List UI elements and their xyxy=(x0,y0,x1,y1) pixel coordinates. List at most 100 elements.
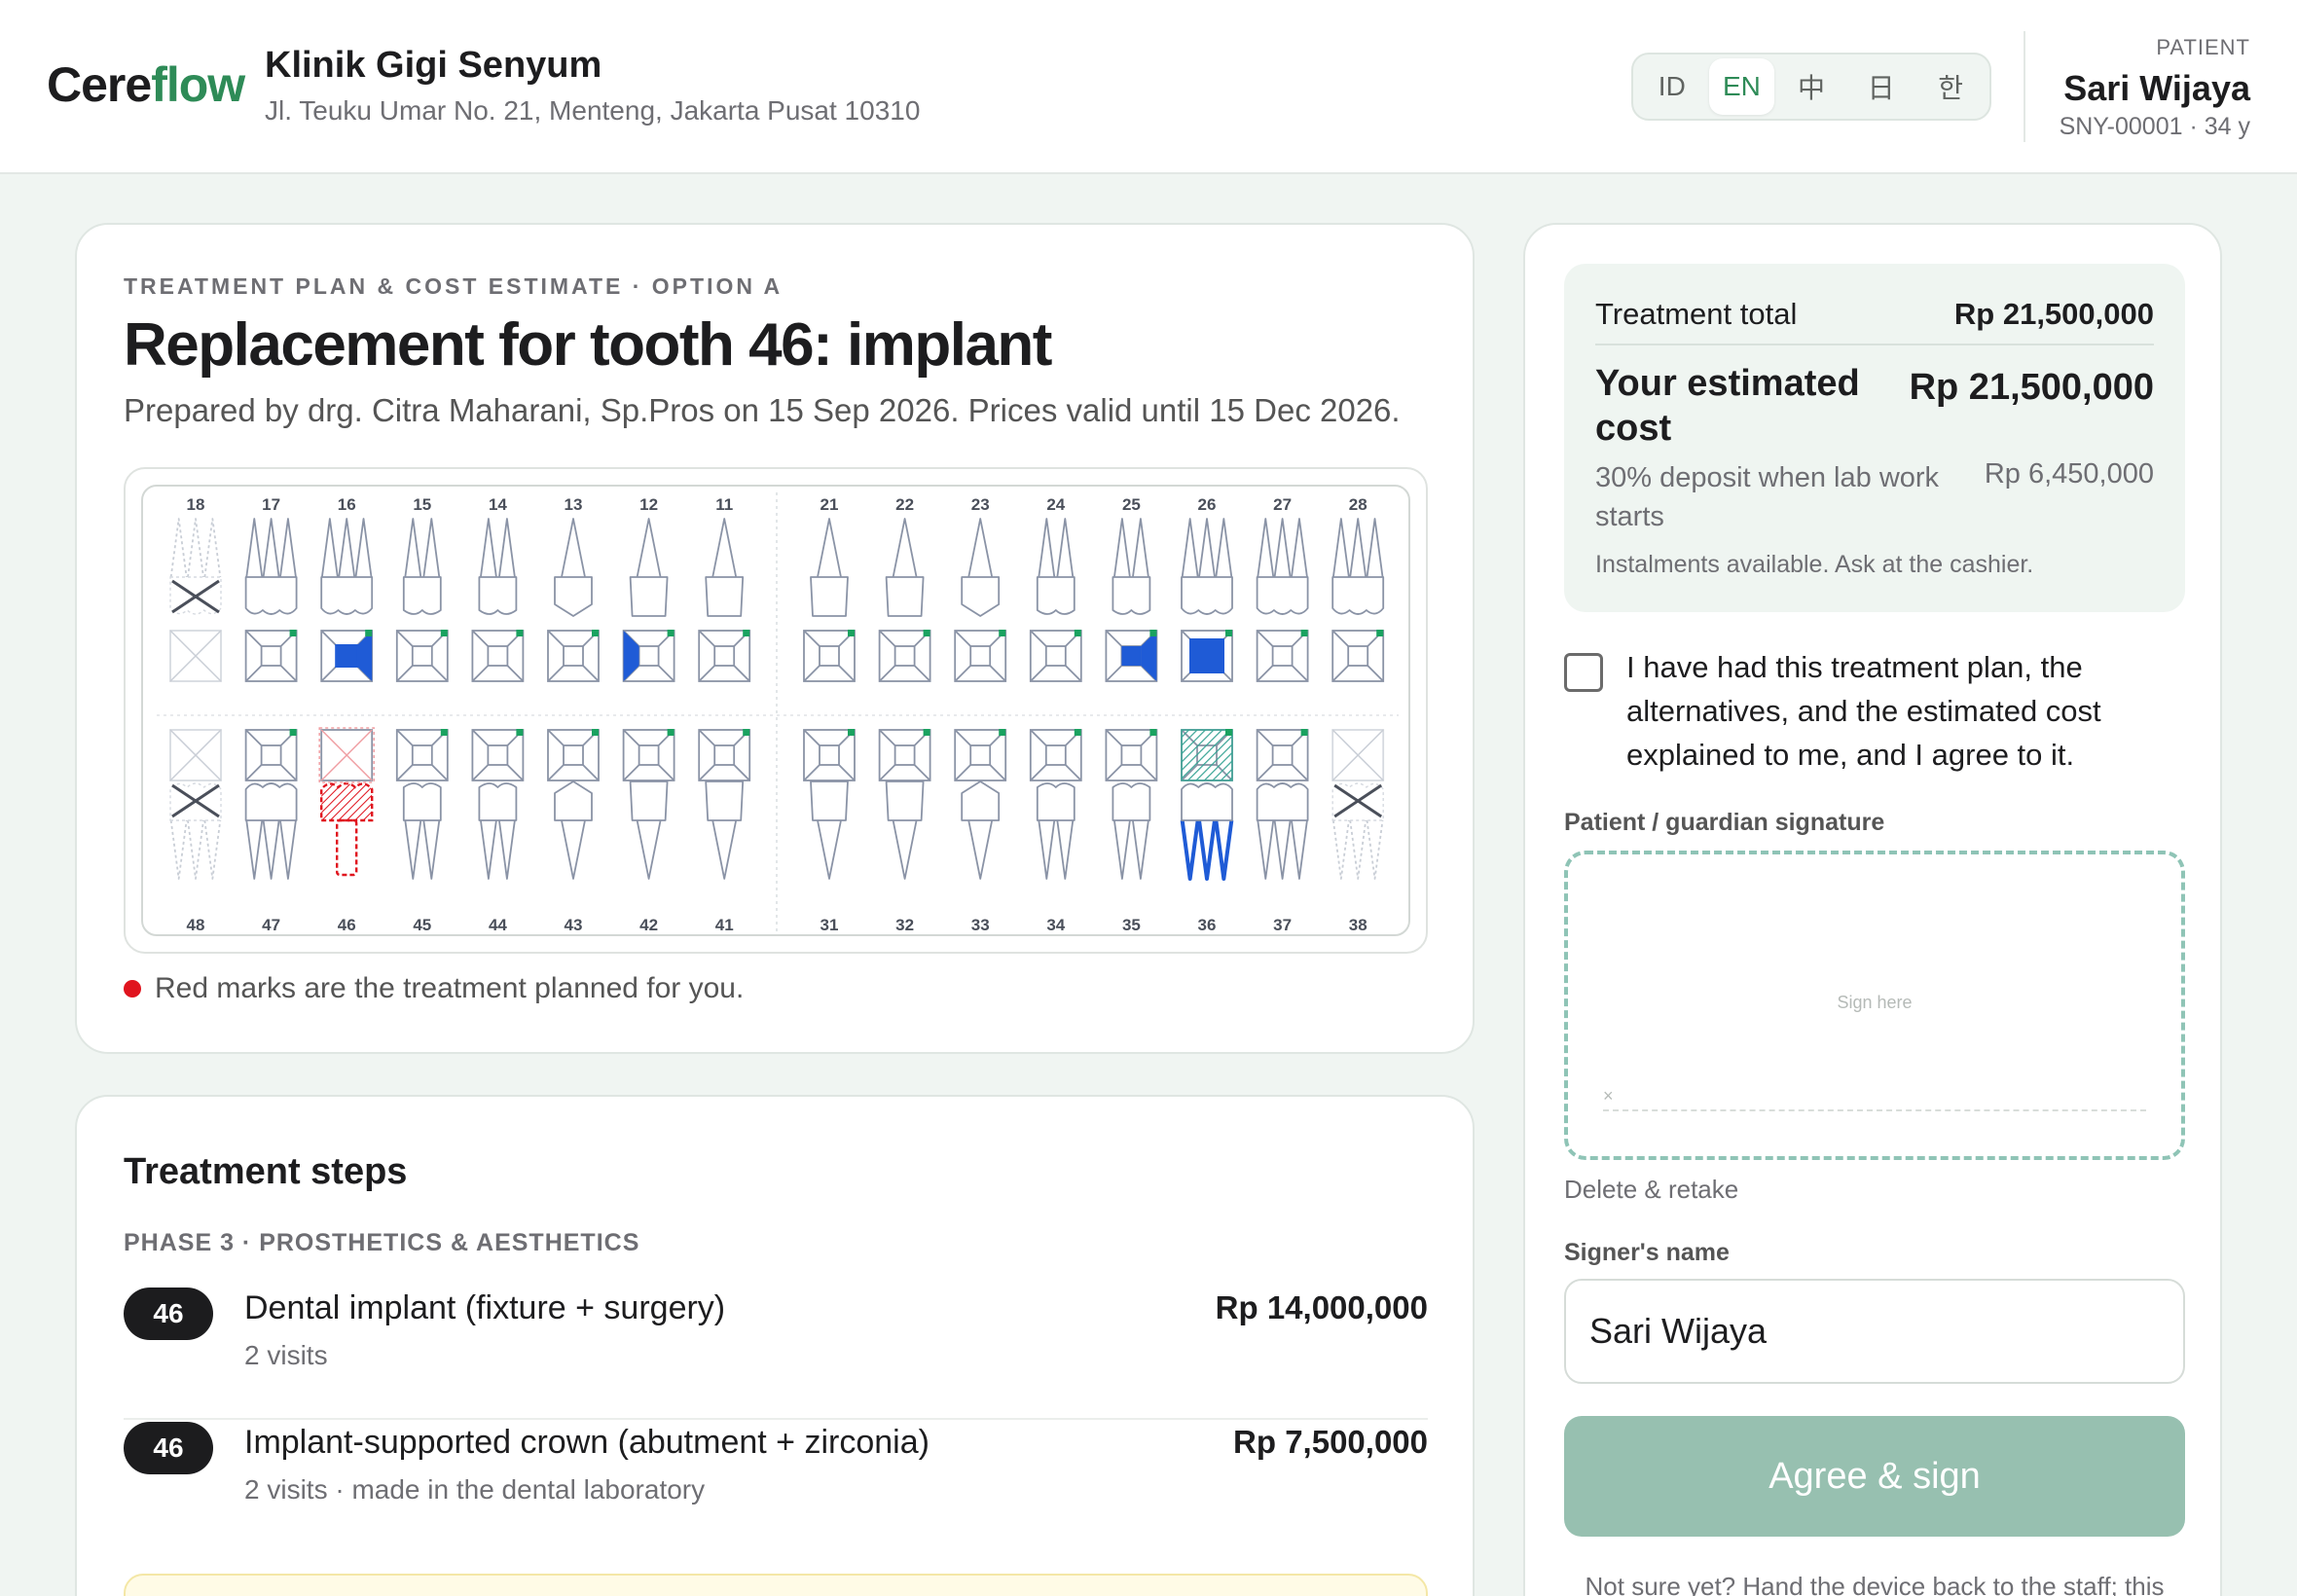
tooth-root xyxy=(967,819,994,880)
tooth-36: 36 xyxy=(1180,729,1234,934)
tooth-number-label: 13 xyxy=(565,495,583,514)
tooth-26: 26 xyxy=(1181,495,1233,682)
filling-occlusal xyxy=(335,644,359,668)
tooth-33: 33 xyxy=(954,729,1007,934)
tooth-root xyxy=(892,819,918,880)
clinic-address: Jl. Teuku Umar No. 21, Menteng, Jakarta … xyxy=(265,95,921,126)
tooth-number-label: 47 xyxy=(262,916,280,934)
legend-text: Red marks are the treatment planned for … xyxy=(155,972,745,1004)
tooth-number-label: 32 xyxy=(895,916,914,934)
tooth-crown xyxy=(885,780,925,821)
tooth-crown xyxy=(961,576,1001,617)
signature-x-icon: × xyxy=(1603,1086,1614,1106)
tooth-48: 48 xyxy=(169,729,222,934)
tooth-root xyxy=(404,518,422,578)
signer-name-label: Signer's name xyxy=(1564,1239,1730,1266)
tooth-27: 27 xyxy=(1256,495,1309,682)
tooth-root xyxy=(1113,518,1131,578)
tooth-root xyxy=(354,518,373,578)
tooth-41: 41 xyxy=(698,729,751,934)
agree-sign-button[interactable]: Agree & sign xyxy=(1564,1416,2185,1537)
tooth-root xyxy=(262,518,280,578)
tooth-35: 35 xyxy=(1105,729,1158,934)
tooth-crown xyxy=(478,782,518,821)
delete-retake-button[interactable]: Delete & retake xyxy=(1564,1175,1738,1205)
tooth-root xyxy=(169,518,188,578)
tooth-root xyxy=(892,518,918,578)
tooth-25: 25 xyxy=(1105,495,1158,682)
status-marker xyxy=(289,630,297,636)
tooth-23: 23 xyxy=(954,495,1007,682)
tooth-38: 38 xyxy=(1331,729,1385,934)
logo-main-text: Cere xyxy=(47,57,152,112)
patient-label: PATIENT xyxy=(2156,35,2250,59)
tooth-crown xyxy=(1112,576,1151,615)
tooth-crown xyxy=(629,780,669,821)
tooth-28: 28 xyxy=(1331,495,1385,682)
status-marker xyxy=(667,729,675,736)
status-marker xyxy=(923,729,930,736)
status-marker xyxy=(289,729,297,736)
tooth-root xyxy=(1198,518,1216,578)
language-option-zh[interactable]: 中 xyxy=(1778,58,1844,115)
tooth-root xyxy=(711,819,738,880)
signature-placeholder: Sign here xyxy=(1837,993,1913,1012)
status-marker xyxy=(923,630,930,636)
language-option-ko[interactable]: 한 xyxy=(1917,58,1984,115)
signature-pad[interactable]: Sign here × xyxy=(1564,851,2185,1160)
tooth-crown xyxy=(705,576,745,617)
language-option-en[interactable]: EN xyxy=(1708,58,1775,115)
tooth-root xyxy=(245,819,264,880)
tooth-root xyxy=(480,819,497,880)
tooth-32: 32 xyxy=(878,729,931,934)
implant-fixture xyxy=(335,818,358,877)
tooth-root xyxy=(1349,819,1367,880)
tooth-number-label: 43 xyxy=(565,916,583,934)
language-option-id[interactable]: ID xyxy=(1639,58,1705,115)
status-marker xyxy=(1074,729,1081,736)
step-name: Dental implant (fixture + surgery) xyxy=(244,1289,726,1326)
language-option-ja[interactable]: 日 xyxy=(1848,58,1914,115)
plan-subtitle: Prepared by drg. Citra Maharani, Sp.Pros… xyxy=(124,392,1401,428)
treatment-plan-card: TREATMENT PLAN & COST ESTIMATE · OPTION … xyxy=(75,223,1475,1054)
step-name: Implant-supported crown (abutment + zirc… xyxy=(244,1424,930,1461)
tooth-root xyxy=(1113,819,1131,880)
tooth-18: 18 xyxy=(169,495,222,682)
total-row: Treatment total Rp 21,500,000 xyxy=(1595,297,2154,345)
tooth-root xyxy=(404,819,422,880)
tooth-root xyxy=(1257,819,1275,880)
status-marker xyxy=(743,630,750,636)
tooth-root xyxy=(1180,819,1200,881)
tooth-crown xyxy=(244,576,298,615)
tooth-root xyxy=(320,518,339,578)
patient-name: Sari Wijaya xyxy=(2063,68,2250,108)
tooth-root xyxy=(279,518,297,578)
tooth-number-label: 28 xyxy=(1349,495,1367,514)
phase-label: PHASE 3 · PROSTHETICS & AESTHETICS xyxy=(124,1229,640,1256)
app-header: Cereflow Klinik Gigi Senyum Jl. Teuku Um… xyxy=(0,0,2297,174)
tooth-number-label: 41 xyxy=(715,916,734,934)
step-meta: 2 visits · made in the dental laboratory xyxy=(244,1474,706,1505)
tooth-number-label: 24 xyxy=(1046,495,1065,514)
consent-card: Treatment total Rp 21,500,000 Your estim… xyxy=(1523,223,2222,1596)
tooth-root xyxy=(1273,819,1292,880)
tooth-crown xyxy=(629,576,669,617)
status-marker xyxy=(1225,630,1232,636)
filling-occlusal xyxy=(1189,638,1224,673)
tooth-crown xyxy=(1181,782,1233,821)
agree-checkbox[interactable] xyxy=(1564,653,1603,692)
agree-checkbox-label[interactable]: I have had this treatment plan, the alte… xyxy=(1626,645,2171,777)
tooth-number-label: 14 xyxy=(489,495,507,514)
status-marker xyxy=(1149,729,1157,736)
tooth-chart-inner: 18 17 16 15 14 13 12 11 21 22 23 24 25 26 27 28 48 47 46 45… xyxy=(141,485,1410,936)
tooth-number-label: 48 xyxy=(187,916,205,934)
tooth-crown xyxy=(810,780,849,821)
tooth-root xyxy=(480,518,497,578)
tooth-crown xyxy=(1256,576,1309,615)
tooth-13: 13 xyxy=(547,495,600,682)
tooth-44: 44 xyxy=(471,729,525,934)
tooth-root xyxy=(1132,819,1149,880)
tooth-root xyxy=(561,819,586,880)
signer-name-input[interactable] xyxy=(1564,1279,2185,1384)
tooth-root xyxy=(711,518,738,578)
